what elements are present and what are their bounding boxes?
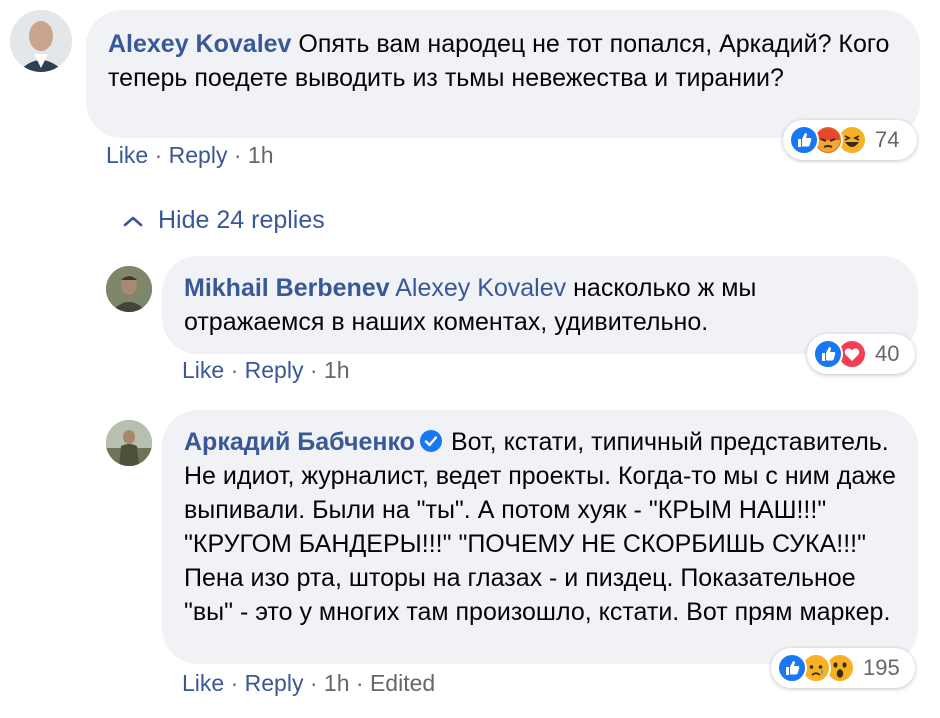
like-button[interactable]: Like <box>182 357 224 383</box>
reactions-summary[interactable]: 40 <box>807 334 915 374</box>
reaction-count: 74 <box>875 127 900 152</box>
timestamp[interactable]: 1h <box>324 357 350 383</box>
reply-bubble: Аркадий Бабченко Вот, кстати, типичный п… <box>162 410 918 664</box>
like-icon <box>813 339 843 369</box>
reply-actions: Like · Reply · 1h · Edited <box>182 670 435 697</box>
separator: · <box>309 670 318 696</box>
like-icon <box>777 653 807 683</box>
separator: · <box>230 670 239 696</box>
reply-author[interactable]: Аркадий Бабченко <box>184 428 415 456</box>
like-icon <box>789 125 819 155</box>
separator: · <box>355 670 364 696</box>
reply-actions: Like · Reply · 1h <box>182 357 350 384</box>
comment-author[interactable]: Alexey Kovalev <box>108 30 291 58</box>
timestamp[interactable]: 1h <box>324 670 350 696</box>
reactions-summary[interactable]: 195 <box>771 648 915 688</box>
reply-author[interactable]: Mikhail Berbenev <box>184 274 390 302</box>
hide-replies-button[interactable]: Hide 24 replies <box>122 206 325 235</box>
avatar[interactable] <box>106 266 152 312</box>
reaction-count: 40 <box>875 341 900 366</box>
separator: · <box>309 357 318 383</box>
comment-actions: Like · Reply · 1h <box>106 142 274 169</box>
like-button[interactable]: Like <box>106 142 148 168</box>
hide-replies-label: Hide 24 replies <box>158 206 325 234</box>
separator: · <box>230 357 239 383</box>
separator: · <box>233 142 242 168</box>
mention-link[interactable]: Alexey Kovalev <box>395 274 566 302</box>
edited-label[interactable]: Edited <box>370 670 435 696</box>
reply-button[interactable]: Reply <box>169 142 228 168</box>
reply-button[interactable]: Reply <box>245 357 304 383</box>
like-button[interactable]: Like <box>182 670 224 696</box>
reaction-count: 195 <box>863 655 900 680</box>
comment-bubble: Alexey Kovalev Опять вам народец не тот … <box>86 10 920 138</box>
separator: · <box>154 142 163 168</box>
avatar[interactable] <box>106 420 152 466</box>
timestamp[interactable]: 1h <box>248 142 274 168</box>
chevron-up-icon <box>123 216 143 226</box>
reply-button[interactable]: Reply <box>245 670 304 696</box>
avatar[interactable] <box>10 10 72 72</box>
reply-text: Вот, кстати, типичный представитель. Не … <box>184 428 896 626</box>
reactions-summary[interactable]: 74 <box>783 120 917 160</box>
verified-badge-icon <box>419 430 442 452</box>
reply-bubble: Mikhail Berbenev Alexey Kovalev наскольк… <box>162 256 918 354</box>
